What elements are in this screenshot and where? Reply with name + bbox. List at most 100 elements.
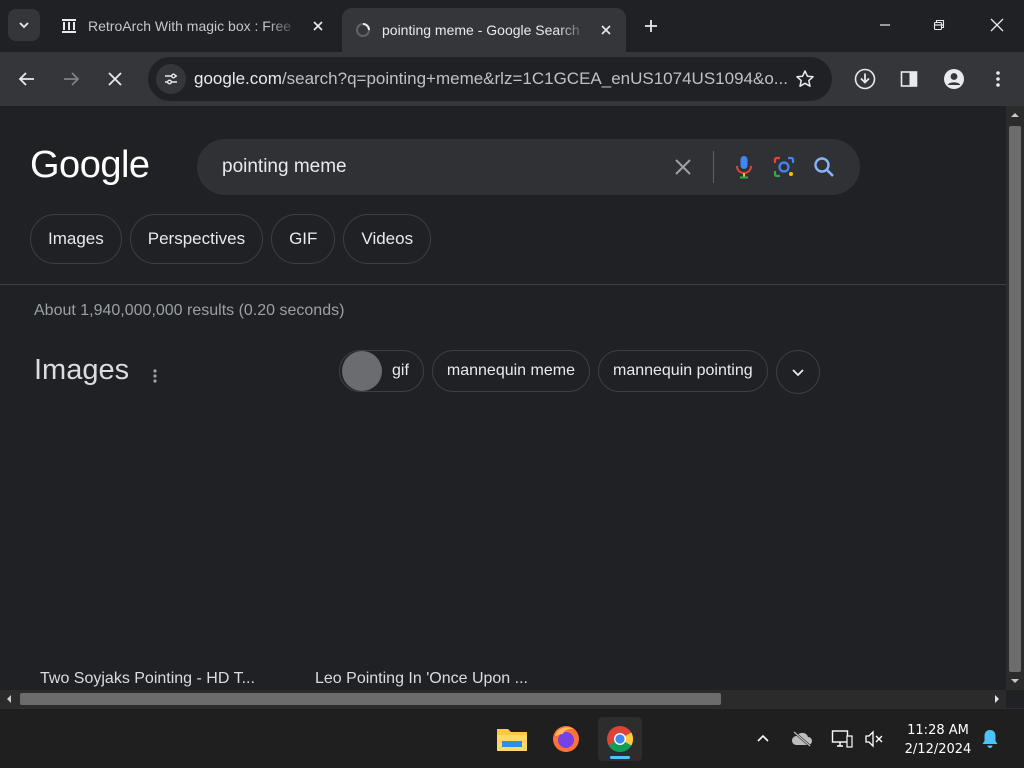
scroll-down-icon[interactable] (1010, 676, 1020, 686)
url-text[interactable]: google.com/search?q=pointing+meme&rlz=1C… (194, 69, 790, 89)
camera-lens-icon (773, 156, 795, 178)
refine-chip-gif[interactable]: gif (339, 350, 424, 392)
stop-loading-button[interactable] (99, 63, 131, 95)
forward-button[interactable] (55, 63, 87, 95)
file-explorer-button[interactable] (490, 717, 534, 761)
chrome-icon (607, 726, 634, 753)
scroll-corner (1006, 690, 1024, 708)
volume-muted-icon[interactable] (862, 727, 886, 751)
chip-perspectives[interactable]: Perspectives (129, 214, 264, 264)
lens-search-button[interactable] (764, 147, 804, 187)
more-vert-icon (996, 71, 1000, 87)
windows-taskbar: 11:28 AM 2/12/2024 (0, 708, 1024, 768)
more-vert-icon (153, 369, 157, 383)
images-section-heading: Images (34, 354, 130, 386)
results-stats: About 1,940,000,000 results (0.20 second… (34, 302, 345, 319)
close-icon[interactable] (306, 14, 330, 38)
show-hidden-icons-button[interactable] (751, 727, 775, 751)
image-caption[interactable]: Two Soyjaks Pointing - HD T... (40, 670, 315, 688)
url-path: /search?q=pointing+meme&rlz=1C1GCEA_enUS… (281, 69, 788, 88)
scroll-up-icon[interactable] (1010, 110, 1020, 120)
clock-time: 11:28 AM (907, 723, 969, 738)
google-logo[interactable]: Google (30, 144, 150, 187)
tab-title: pointing meme - Google Search (382, 22, 580, 38)
divider (0, 284, 1006, 285)
loading-icon (354, 21, 372, 39)
voice-search-button[interactable] (724, 147, 764, 187)
expand-chips-button[interactable] (775, 350, 820, 394)
search-results-page: Google pointing meme Images Perspectives… (0, 106, 1006, 690)
vertical-scrollbar[interactable] (1006, 106, 1024, 690)
file-explorer-icon (497, 729, 527, 751)
search-box[interactable]: pointing meme (197, 139, 860, 195)
new-tab-button[interactable] (636, 11, 666, 41)
image-refine-chips: gif mannequin meme mannequin pointing (339, 350, 820, 394)
chip-label: gif (392, 362, 409, 379)
chevron-down-icon (792, 369, 804, 377)
close-icon (108, 72, 122, 86)
tab-title: RetroArch With magic box : Free (88, 18, 292, 34)
system-clock[interactable]: 11:28 AM 2/12/2024 (896, 721, 980, 759)
arrow-right-icon (64, 72, 80, 86)
tab-strip: RetroArch With magic box : Free pointing… (0, 0, 1024, 52)
more-options-button[interactable] (145, 364, 165, 388)
avatar-icon (944, 69, 964, 89)
restore-icon (933, 19, 945, 31)
refine-chip-mannequin-pointing[interactable]: mannequin pointing (597, 350, 768, 392)
side-panel-button[interactable] (893, 63, 925, 95)
chip-thumbnail (342, 351, 382, 391)
scroll-right-icon[interactable] (992, 694, 1002, 704)
close-window-button[interactable] (974, 6, 1020, 44)
back-button[interactable] (11, 63, 43, 95)
chip-images[interactable]: Images (30, 214, 122, 264)
firefox-icon (553, 726, 579, 752)
scrollbar-thumb[interactable] (20, 693, 721, 705)
downloads-button[interactable] (849, 63, 881, 95)
browser-toolbar: google.com/search?q=pointing+meme&rlz=1C… (0, 52, 1024, 106)
tab-pointing-meme[interactable]: pointing meme - Google Search (342, 8, 626, 52)
minimize-icon (880, 24, 890, 26)
minimize-button[interactable] (862, 6, 908, 44)
firefox-button[interactable] (544, 717, 588, 761)
refine-chip-mannequin-meme[interactable]: mannequin meme (431, 350, 590, 392)
clock-date: 2/12/2024 (904, 742, 972, 757)
restore-button[interactable] (916, 6, 962, 44)
notifications-button[interactable] (978, 727, 1002, 751)
search-button[interactable] (804, 147, 844, 187)
network-icon[interactable] (830, 727, 854, 751)
site-info-icon[interactable] (156, 64, 186, 94)
menu-button[interactable] (982, 63, 1014, 95)
close-icon (675, 159, 691, 175)
plus-icon (645, 20, 657, 32)
url-host: google.com (194, 69, 282, 88)
search-icon (814, 157, 834, 177)
scroll-left-icon[interactable] (4, 694, 14, 704)
chrome-button[interactable] (598, 717, 642, 761)
archive-org-icon (60, 17, 78, 35)
image-caption[interactable]: Leo Pointing In 'Once Upon ... (315, 670, 528, 688)
chip-videos[interactable]: Videos (343, 214, 432, 264)
chevron-down-icon (19, 22, 29, 29)
download-icon (854, 68, 876, 90)
divider (713, 151, 714, 183)
address-bar[interactable]: google.com/search?q=pointing+meme&rlz=1C… (148, 57, 832, 101)
side-panel-icon (900, 71, 918, 87)
search-input[interactable]: pointing meme (197, 156, 663, 178)
filter-chips: Images Perspectives GIF Videos (30, 214, 432, 264)
onedrive-offline-icon[interactable] (790, 727, 814, 751)
chip-gif[interactable]: GIF (271, 214, 336, 264)
bell-icon (982, 730, 998, 748)
close-icon[interactable] (594, 18, 618, 42)
clear-search-button[interactable] (663, 147, 703, 187)
microphone-icon (736, 156, 752, 179)
star-icon[interactable] (790, 64, 820, 94)
profile-button[interactable] (938, 63, 970, 95)
image-results: Two Soyjaks Pointing - HD T... Leo Point… (40, 670, 528, 688)
close-icon (990, 18, 1004, 32)
horizontal-scrollbar[interactable] (0, 690, 1006, 708)
tab-search-button[interactable] (8, 9, 40, 41)
tab-retroarch[interactable]: RetroArch With magic box : Free (48, 8, 338, 44)
scrollbar-thumb[interactable] (1009, 126, 1021, 672)
active-indicator (610, 756, 630, 759)
chevron-up-icon (757, 734, 769, 742)
